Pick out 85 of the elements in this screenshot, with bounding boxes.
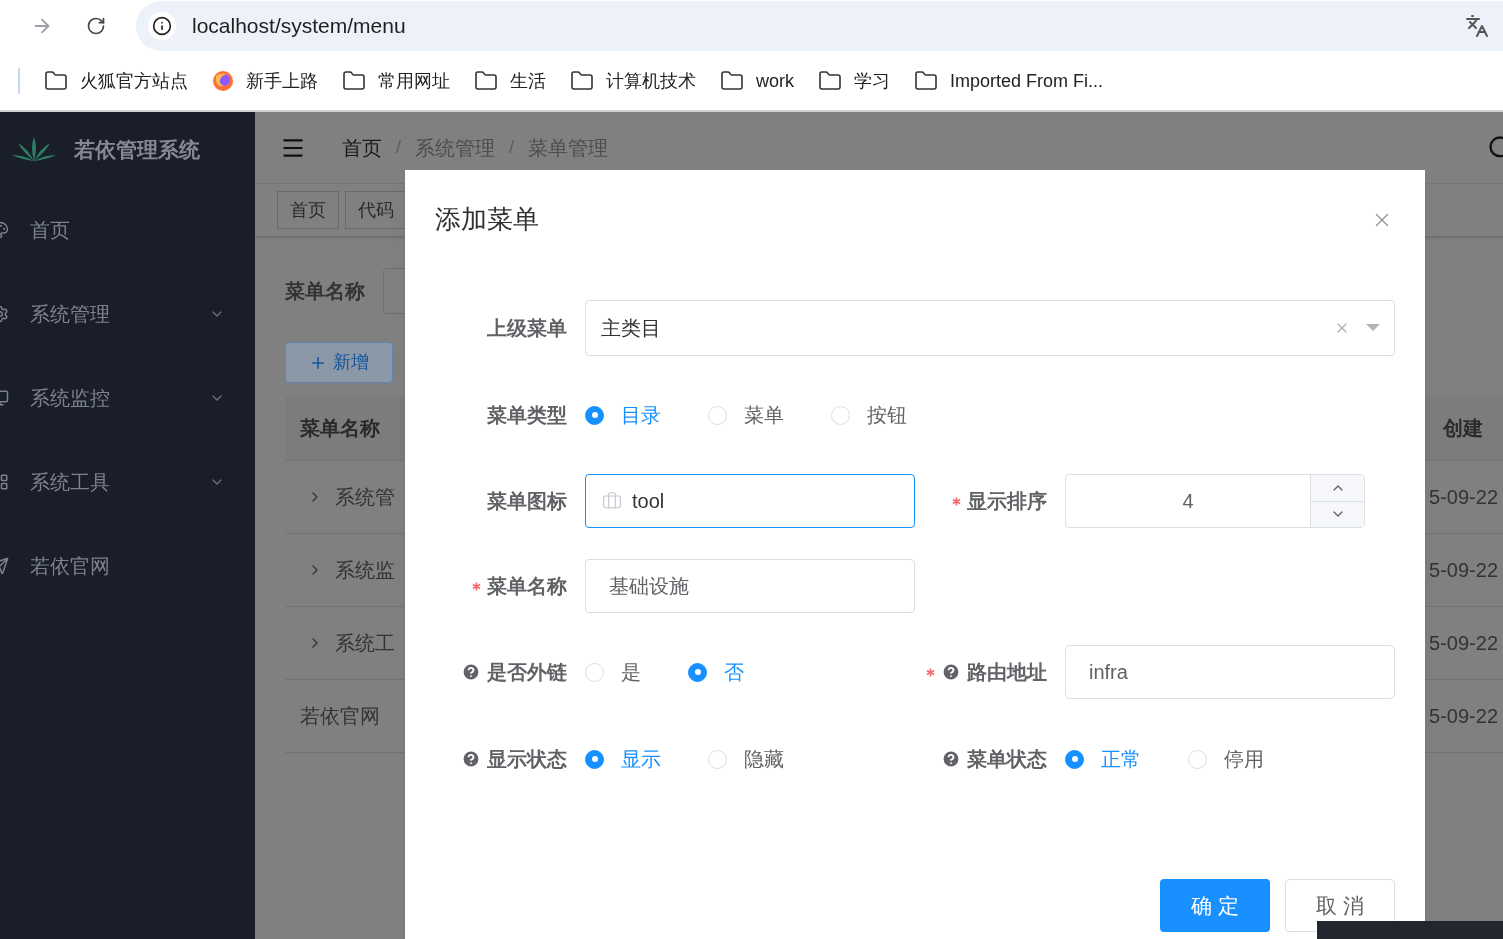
breadcrumb-separator: / (509, 136, 515, 159)
folder-icon (720, 69, 744, 93)
reload-icon[interactable] (86, 16, 106, 36)
app-title: 若依管理系统 (74, 137, 200, 164)
sidebar-menu-item[interactable]: 若依官网 (0, 524, 255, 608)
radio-button[interactable] (585, 405, 604, 425)
radio-label[interactable]: 显示 (621, 744, 661, 774)
folder-icon (570, 69, 594, 93)
bookmark-link[interactable]: 火狐官方站点 (80, 67, 188, 95)
column-header: 创建 (1443, 416, 1483, 441)
bookmark-link[interactable]: Imported From Fi... (950, 67, 1104, 95)
form-label: 上级菜单 (487, 316, 567, 341)
folder-icon (342, 69, 366, 93)
form-label: 是否外链 (487, 660, 567, 685)
form-label: 路由地址 (967, 660, 1047, 685)
sidebar-menu-item[interactable]: 首页 (0, 188, 255, 272)
folder-icon (474, 69, 498, 93)
sidebar-menu-item[interactable]: 系统监控 (0, 356, 255, 440)
table-cell-text: 5-09-22 (1429, 704, 1498, 729)
select-value: 主类目 (601, 316, 661, 341)
breadcrumb-link[interactable]: 首页 (342, 132, 382, 163)
radio-label[interactable]: 正常 (1101, 744, 1141, 774)
radio-label[interactable]: 停用 (1224, 744, 1264, 774)
form-label: 菜单名称 (487, 574, 567, 599)
required-icon (472, 581, 481, 591)
radio-label[interactable]: 菜单 (744, 400, 784, 430)
folder-icon (44, 69, 68, 93)
help-icon[interactable] (941, 749, 961, 769)
radio-label[interactable]: 是 (621, 657, 641, 687)
input-value: 基础设施 (609, 574, 689, 599)
input-value: infra (1089, 660, 1128, 685)
table-cell-text: 5-09-22 (1429, 631, 1498, 656)
breadcrumb-separator: / (396, 136, 401, 159)
sidebar-menu-item[interactable]: 系统管理 (0, 272, 255, 356)
radio-button[interactable] (585, 749, 604, 769)
table-cell-text: 系统管 (335, 485, 395, 510)
translate-icon[interactable] (1465, 14, 1489, 38)
bookmark-link[interactable]: 新手上路 (246, 67, 318, 95)
url-text[interactable]: localhost/system/menu (192, 10, 406, 42)
required-icon (926, 667, 935, 677)
table-cell-text: 5-09-22 (1429, 558, 1498, 583)
table-cell-text: 5-09-22 (1429, 485, 1498, 510)
column-header: 菜单名称 (300, 416, 380, 441)
form-label: 菜单类型 (487, 403, 567, 428)
sidebar-menu-item[interactable]: 系统工具 (0, 440, 255, 524)
radio-label[interactable]: 否 (724, 657, 744, 687)
radio-label[interactable]: 目录 (621, 400, 661, 430)
form-label: 菜单状态 (967, 747, 1047, 772)
help-icon[interactable] (461, 749, 481, 769)
caret-down-icon[interactable] (1366, 324, 1380, 332)
form-label: 显示状态 (487, 747, 567, 772)
form-label: 菜单图标 (487, 489, 567, 514)
briefcase-icon (602, 491, 622, 511)
search-label: 菜单名称 (285, 279, 365, 304)
bookmark-link[interactable]: work (756, 67, 794, 95)
confirm-button[interactable]: 确 定 (1160, 879, 1270, 932)
icon-input-field[interactable]: tool (585, 474, 915, 528)
input-value: tool (632, 489, 665, 514)
radio-label[interactable]: 隐藏 (744, 744, 784, 774)
form-label: 显示排序 (967, 489, 1047, 514)
bookmark-link[interactable]: 学习 (854, 67, 890, 95)
tag-tab[interactable]: 首页 (277, 191, 339, 229)
table-cell-text: 系统监 (335, 558, 395, 583)
firefox-icon (212, 70, 234, 92)
bookmark-link[interactable]: 生活 (510, 67, 546, 95)
dialog-title: 添加菜单 (435, 203, 539, 236)
radio-button[interactable] (1065, 749, 1084, 769)
bookmark-link[interactable]: 常用网址 (378, 67, 450, 95)
radio-label[interactable]: 按钮 (867, 400, 907, 430)
info-icon[interactable] (152, 16, 172, 36)
address-bar[interactable]: localhost/system/menu (136, 1, 1503, 51)
folder-icon (818, 69, 842, 93)
parent-menu-select[interactable]: 主类目 (585, 300, 1395, 356)
help-icon[interactable] (461, 662, 481, 682)
text-input-field[interactable]: infra (1065, 645, 1395, 699)
leaf-logo-icon (12, 137, 56, 163)
help-icon[interactable] (941, 662, 961, 682)
folder-icon (914, 69, 938, 93)
input-value: 4 (1181, 489, 1195, 514)
table-cell-text: 若依官网 (300, 704, 380, 729)
bookmark-link[interactable]: 计算机技术 (606, 67, 696, 95)
table-cell-text: 系统工 (335, 631, 395, 656)
required-icon (952, 496, 961, 506)
radio-button[interactable] (688, 662, 707, 682)
text-input-field[interactable]: 基础设施 (585, 559, 915, 613)
